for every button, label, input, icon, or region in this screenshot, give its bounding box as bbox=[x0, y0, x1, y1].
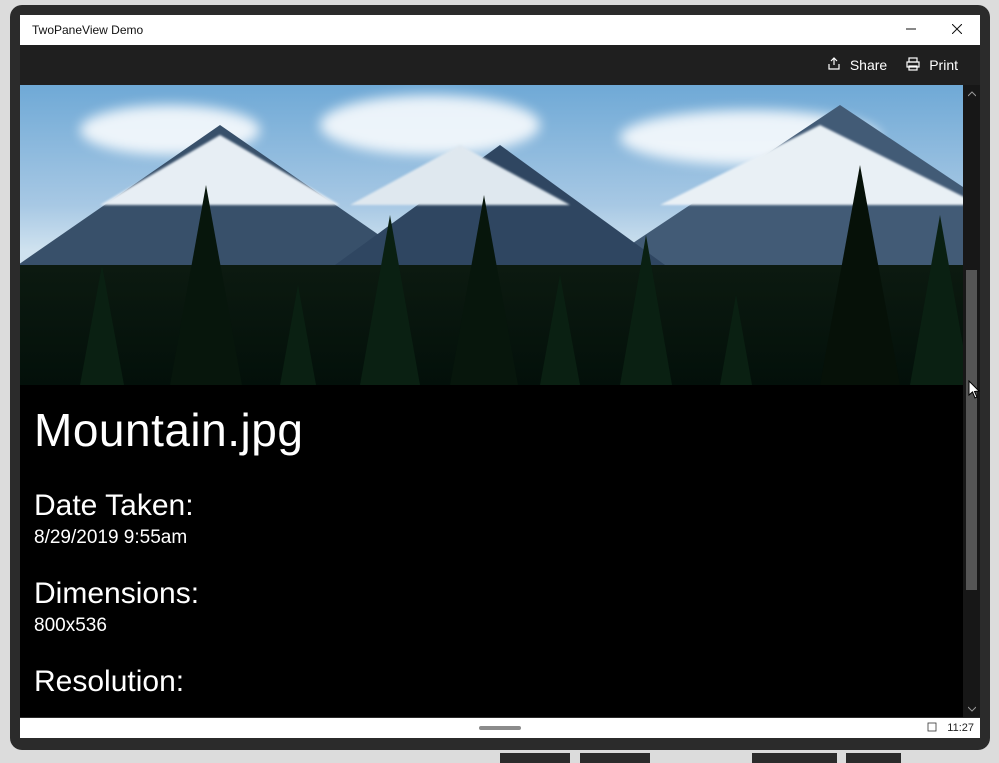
clock[interactable]: 11:27 bbox=[947, 722, 974, 734]
photo-preview bbox=[20, 85, 963, 385]
command-bar: Share Print bbox=[20, 45, 980, 85]
share-label: Share bbox=[850, 57, 887, 73]
dimensions-label: Dimensions: bbox=[34, 577, 949, 611]
scroll-up-arrow-icon[interactable] bbox=[963, 85, 980, 102]
content-area: Mountain.jpg Date Taken: 8/29/2019 9:55a… bbox=[20, 85, 980, 717]
print-label: Print bbox=[929, 57, 958, 73]
input-indicator-icon[interactable] bbox=[927, 722, 937, 735]
scroll-content: Mountain.jpg Date Taken: 8/29/2019 9:55a… bbox=[20, 85, 963, 717]
file-name: Mountain.jpg bbox=[34, 403, 949, 457]
minimize-button[interactable] bbox=[888, 15, 934, 45]
dimensions-value: 800x536 bbox=[34, 615, 949, 637]
status-bar: 11:27 bbox=[20, 718, 980, 738]
close-button[interactable] bbox=[934, 15, 980, 45]
share-icon bbox=[826, 56, 842, 75]
minimize-icon bbox=[906, 23, 916, 37]
close-icon bbox=[952, 23, 962, 37]
system-tray: 11:27 bbox=[927, 722, 974, 735]
details-pane: Mountain.jpg Date Taken: 8/29/2019 9:55a… bbox=[20, 385, 963, 699]
window-title: TwoPaneView Demo bbox=[32, 23, 143, 37]
date-taken-value: 8/29/2019 9:55am bbox=[34, 527, 949, 549]
device-frame: TwoPaneView Demo bbox=[10, 5, 990, 750]
share-button[interactable]: Share bbox=[826, 56, 887, 75]
vertical-scrollbar[interactable] bbox=[963, 85, 980, 717]
date-taken-label: Date Taken: bbox=[34, 489, 949, 523]
scrollbar-thumb[interactable] bbox=[966, 270, 977, 590]
print-icon bbox=[905, 56, 921, 75]
horizontal-scroll-thumb[interactable] bbox=[479, 726, 521, 730]
app-window: TwoPaneView Demo bbox=[20, 15, 980, 717]
scroll-down-arrow-icon[interactable] bbox=[963, 700, 980, 717]
resolution-label: Resolution: bbox=[34, 665, 949, 699]
print-button[interactable]: Print bbox=[905, 56, 958, 75]
titlebar: TwoPaneView Demo bbox=[20, 15, 980, 45]
